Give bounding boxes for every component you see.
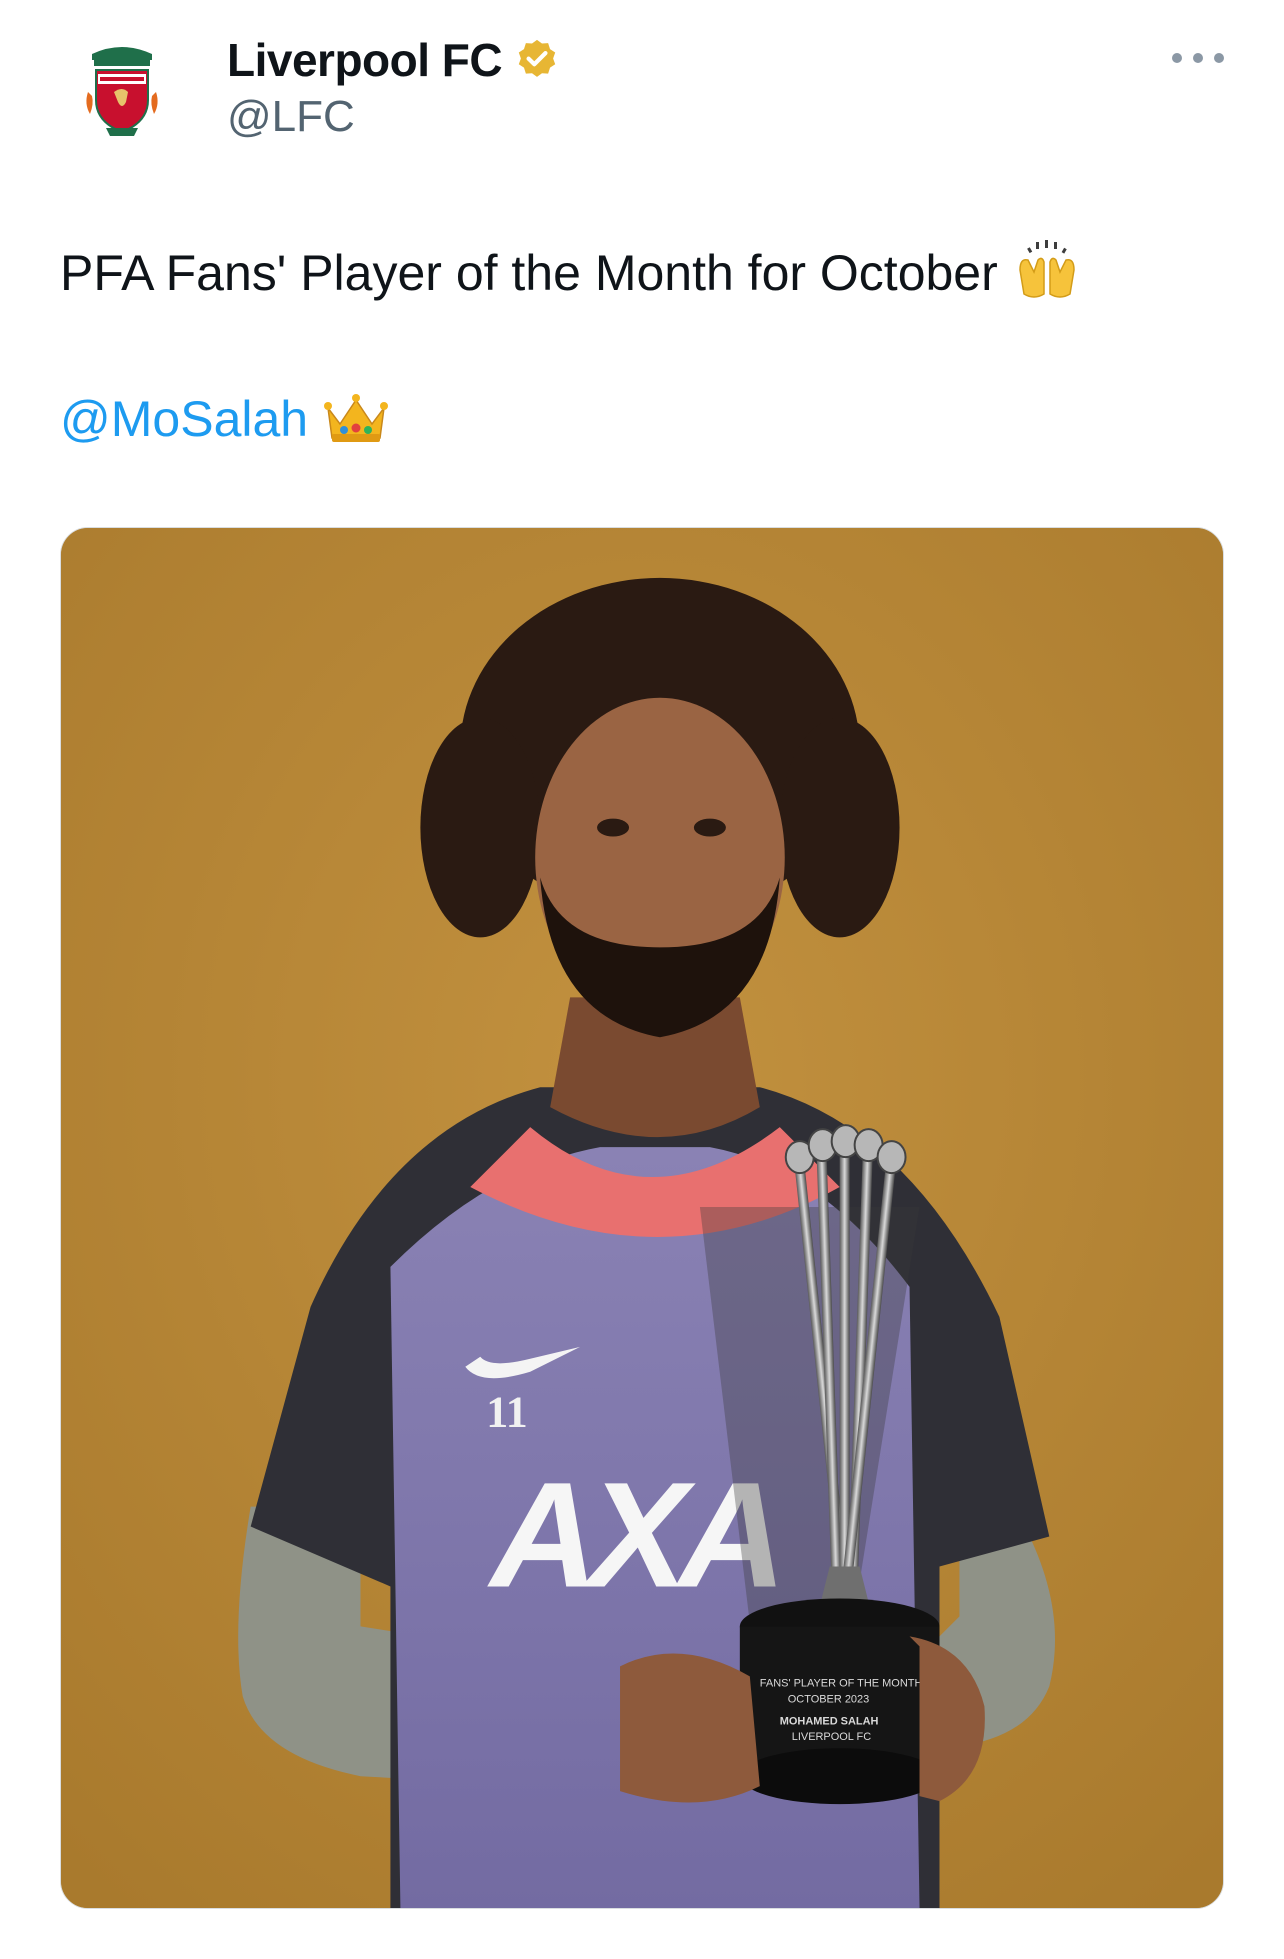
author-handle[interactable]: @LFC bbox=[227, 92, 355, 142]
jersey-number: 11 bbox=[486, 1388, 527, 1437]
trophy-line-3: MOHAMED SALAH bbox=[780, 1715, 879, 1727]
author-name-row: Liverpool FC bbox=[227, 30, 560, 90]
dot bbox=[1214, 53, 1224, 63]
trophy-line-4: LIVERPOOL FC bbox=[792, 1731, 872, 1743]
trophy-line-1: FANS' PLAYER OF THE MONTH bbox=[760, 1677, 923, 1689]
author-name[interactable]: Liverpool FC bbox=[227, 33, 503, 87]
dot bbox=[1172, 53, 1182, 63]
verified-badge-icon bbox=[518, 39, 556, 77]
player-with-trophy-image: 11 AXA FANS' PLAYER OF THE MONTH OCTOBER… bbox=[61, 528, 1223, 1908]
tweet-text-content: PFA Fans' Player of the Month for Octobe… bbox=[60, 245, 998, 301]
dot bbox=[1193, 53, 1203, 63]
crown-emoji-icon bbox=[324, 394, 389, 442]
more-options-icon[interactable] bbox=[1172, 48, 1224, 68]
tweet-photo[interactable]: 11 AXA FANS' PLAYER OF THE MONTH OCTOBER… bbox=[60, 527, 1224, 1909]
author-avatar[interactable] bbox=[62, 30, 182, 150]
tweet: Liverpool FC @LFC PFA Fans' Player of th… bbox=[0, 0, 1284, 1959]
lfc-crest-icon bbox=[64, 32, 180, 148]
trophy-line-2: OCTOBER 2023 bbox=[788, 1693, 869, 1705]
mention-link[interactable]: @MoSalah bbox=[60, 390, 308, 448]
mention-row: @MoSalah bbox=[60, 390, 389, 448]
raising-hands-emoji-icon bbox=[1019, 240, 1075, 298]
tweet-text: PFA Fans' Player of the Month for Octobe… bbox=[60, 240, 1080, 306]
